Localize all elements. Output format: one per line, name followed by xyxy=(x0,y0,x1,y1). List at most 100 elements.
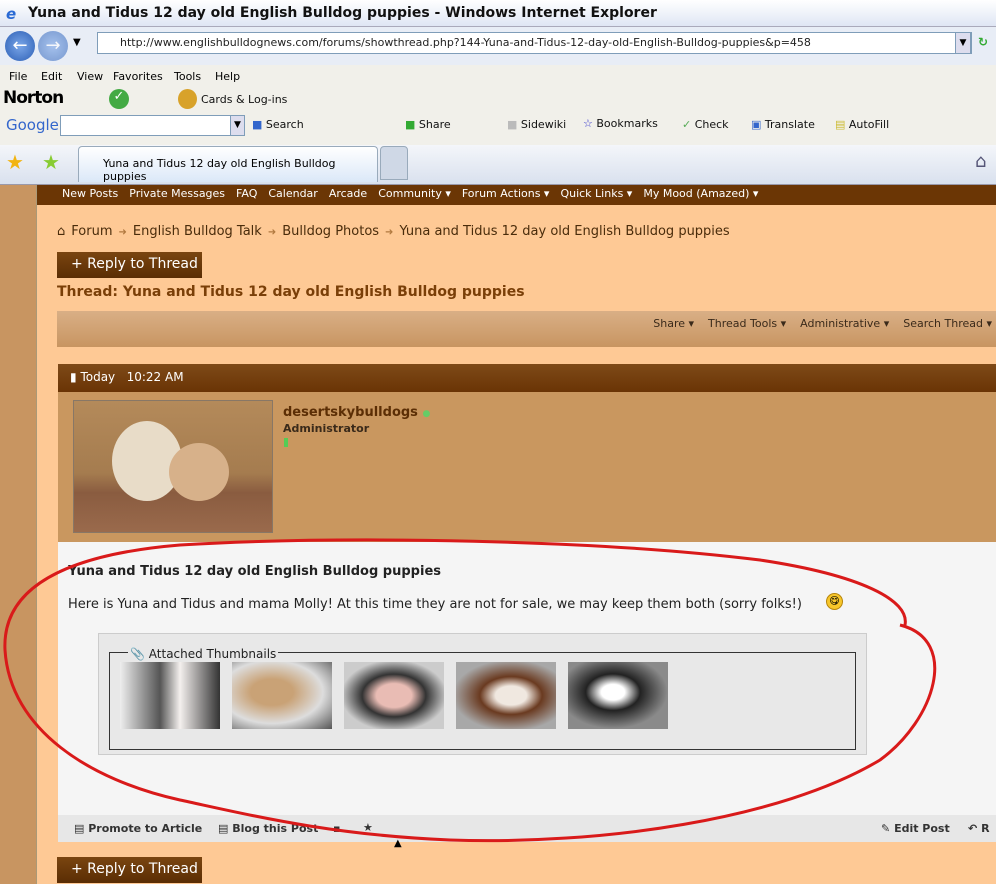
puppy-image xyxy=(169,443,229,501)
breadcrumb-forum[interactable]: Forum xyxy=(71,224,112,239)
home-icon[interactable]: ⌂ xyxy=(975,151,986,172)
sidewiki-button[interactable]: ■ Sidewiki xyxy=(507,118,566,131)
add-favorites-icon[interactable]: ★ xyxy=(42,150,60,174)
google-dropdown-icon[interactable]: ▼ xyxy=(230,115,245,136)
share-label: Share xyxy=(418,118,451,131)
thread-tools-menu[interactable]: Thread Tools ▾ xyxy=(708,317,786,330)
google-search-input[interactable] xyxy=(60,115,232,136)
thumbnail-3[interactable] xyxy=(344,662,444,729)
pencil-icon: ✎ xyxy=(881,822,891,835)
menu-edit[interactable]: Edit xyxy=(41,70,62,83)
autofill-label: AutoFill xyxy=(848,118,890,131)
share-button[interactable]: ■ Share xyxy=(405,118,451,131)
edit-post-button[interactable]: ✎ Edit Post xyxy=(881,822,950,835)
post-time: 10:22 AM xyxy=(126,370,184,384)
refresh-icon[interactable]: ↻ xyxy=(978,35,988,49)
address-bar[interactable]: http://www.englishbulldognews.com/forums… xyxy=(97,32,972,54)
quote-icon[interactable]: ▪ xyxy=(333,822,340,835)
online-status-icon: ● xyxy=(422,409,431,419)
nav-new-posts[interactable]: New Posts xyxy=(62,187,118,200)
breadcrumb: ⌂ Forum ➜ English Bulldog Talk ➜ Bulldog Phot… xyxy=(57,224,736,239)
history-dropdown-icon[interactable]: ▼ xyxy=(73,37,81,48)
avatar[interactable] xyxy=(73,400,273,533)
address-dropdown-icon[interactable]: ▼ xyxy=(955,32,971,54)
cards-logins-button[interactable]: Cards & Log-ins xyxy=(201,93,287,106)
blog-this-post-button[interactable]: ▤ Blog this Post xyxy=(218,822,318,835)
nav-forum-actions[interactable]: Forum Actions ▾ xyxy=(462,187,550,200)
menu-help[interactable]: Help xyxy=(215,70,240,83)
star-icon[interactable]: ★ xyxy=(363,821,373,834)
sidewiki-icon: ■ xyxy=(507,118,518,131)
check-button[interactable]: ✓ Check xyxy=(682,118,729,131)
thumbnail-2[interactable] xyxy=(232,662,332,729)
post-icon: ▮ xyxy=(70,370,77,384)
administrative-menu[interactable]: Administrative ▾ xyxy=(800,317,889,330)
nav-arcade[interactable]: Arcade xyxy=(329,187,367,200)
google-g-icon: ■ xyxy=(252,118,263,131)
nav-quick-links[interactable]: Quick Links ▾ xyxy=(560,187,632,200)
post-date: Today xyxy=(80,370,116,384)
breadcrumb-bulldog-photos[interactable]: Bulldog Photos xyxy=(282,224,379,239)
warning-icon[interactable]: ▲ xyxy=(394,838,402,849)
window-title: Yuna and Tidus 12 day old English Bulldo… xyxy=(0,0,996,27)
ie-icon: e xyxy=(6,5,17,23)
translate-icon: ▣ xyxy=(751,118,762,131)
translate-button[interactable]: ▣ Translate xyxy=(751,118,815,131)
nav-my-mood[interactable]: My Mood (Amazed) ▾ xyxy=(643,187,758,200)
google-logo: Google xyxy=(6,116,59,134)
reply-label: R xyxy=(981,822,990,835)
post-title: Yuna and Tidus 12 day old English Bulldo… xyxy=(68,564,441,579)
thread-tools-bar: Share ▾ Thread Tools ▾ Administrative ▾ Sea… xyxy=(57,311,996,347)
share-menu[interactable]: Share ▾ xyxy=(653,317,694,330)
forward-button[interactable]: → xyxy=(38,31,68,61)
reply-post-button[interactable]: ↶ R xyxy=(968,822,990,835)
username-label: desertskybulldogs xyxy=(283,405,418,420)
norton-check-icon[interactable]: ✓ xyxy=(109,89,129,109)
bookmarks-button[interactable]: ☆ Bookmarks xyxy=(583,117,658,130)
paperclip-icon: 📎 xyxy=(130,647,145,661)
menu-file[interactable]: File xyxy=(9,70,27,83)
promote-label: Promote to Article xyxy=(88,822,203,835)
reputation-icon xyxy=(284,438,288,447)
thumbnail-5[interactable] xyxy=(568,662,668,729)
sidewiki-label: Sidewiki xyxy=(520,118,567,131)
thread-title: Thread: Yuna and Tidus 12 day old Englis… xyxy=(57,284,525,300)
smiley-icon: 😋 xyxy=(826,593,843,610)
search-thread-menu[interactable]: Search Thread ▾ xyxy=(903,317,992,330)
attachments-label: Attached Thumbnails xyxy=(148,647,277,661)
menu-view[interactable]: View xyxy=(77,70,103,83)
thumbnail-4[interactable] xyxy=(456,662,556,729)
home-icon[interactable]: ⌂ xyxy=(57,224,65,239)
username[interactable]: desertskybulldogs ● xyxy=(283,405,430,420)
reply-to-thread-button-bottom[interactable]: + Reply to Thread xyxy=(57,857,202,883)
autofill-icon: ▤ xyxy=(835,118,846,131)
browser-tab[interactable]: Yuna and Tidus 12 day old English Bulldo… xyxy=(78,146,378,183)
nav-community[interactable]: Community ▾ xyxy=(378,187,451,200)
edit-label: Edit Post xyxy=(894,822,950,835)
post-footer: ▤ Promote to Article ▤ Blog this Post ▪ … xyxy=(58,815,996,842)
document-icon: ▤ xyxy=(74,822,85,835)
lock-icon xyxy=(178,89,197,109)
forum-navbar: New Posts Private Messages FAQ Calendar Arca… xyxy=(37,185,996,205)
favorites-star-icon[interactable]: ★ xyxy=(6,150,24,174)
blog-icon: ▤ xyxy=(218,822,229,835)
google-search-button[interactable]: ■ Search xyxy=(252,118,304,131)
autofill-button[interactable]: ▤ AutoFill xyxy=(835,118,889,131)
reply-to-thread-button[interactable]: + Reply to Thread xyxy=(57,252,202,278)
user-title: Administrator xyxy=(283,422,370,435)
menu-favorites[interactable]: Favorites xyxy=(113,70,163,83)
back-button[interactable]: ← xyxy=(5,31,35,61)
new-tab-button[interactable] xyxy=(380,146,408,180)
nav-faq[interactable]: FAQ xyxy=(236,187,257,200)
breadcrumb-english-bulldog-talk[interactable]: English Bulldog Talk xyxy=(133,224,262,239)
promote-to-article-button[interactable]: ▤ Promote to Article xyxy=(74,822,202,835)
blog-label: Blog this Post xyxy=(232,822,319,835)
post-header: ▮ Today 10:22 AM xyxy=(58,364,996,392)
thumbnail-1[interactable] xyxy=(120,662,220,729)
nav-calendar[interactable]: Calendar xyxy=(268,187,317,200)
menu-tools[interactable]: Tools xyxy=(174,70,201,83)
separator-icon: ➜ xyxy=(385,227,394,238)
norton-logo[interactable]: Norton xyxy=(3,88,64,108)
address-row: ← → ▼ http://www.englishbulldognews.com/… xyxy=(0,27,996,65)
nav-private-messages[interactable]: Private Messages xyxy=(129,187,225,200)
